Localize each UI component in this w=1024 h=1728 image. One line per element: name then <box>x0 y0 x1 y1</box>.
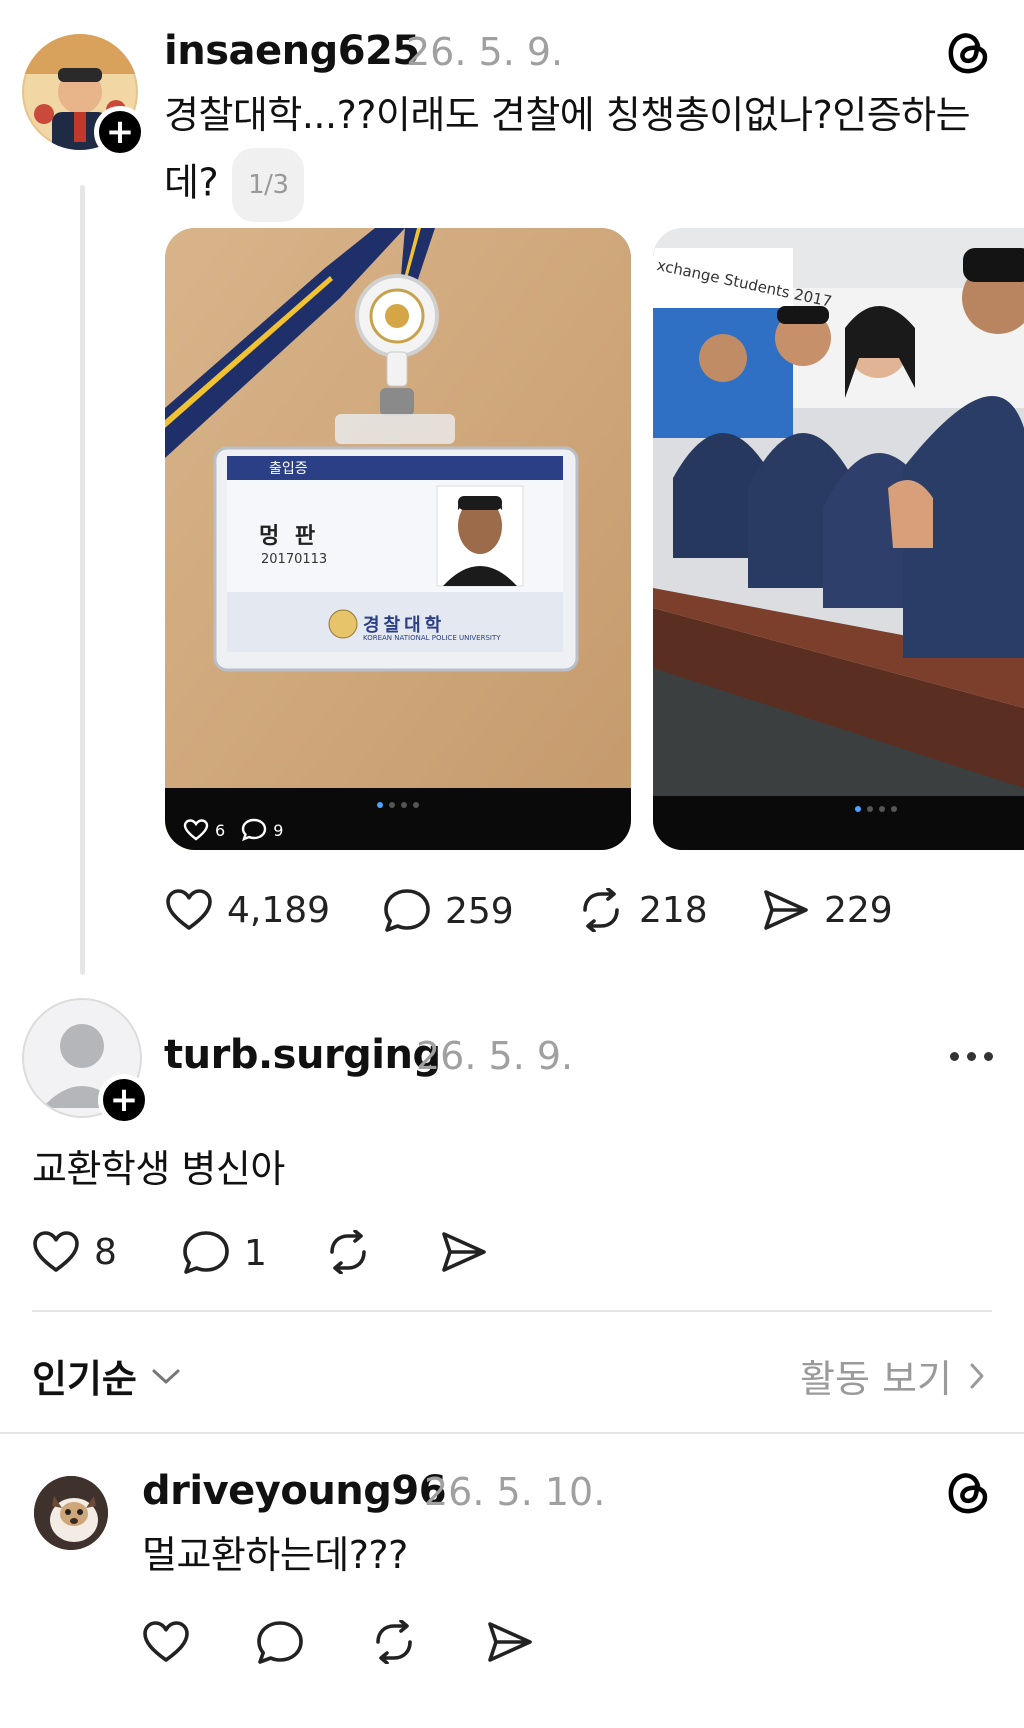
activity-label: 활동 보기 <box>800 1357 952 1401</box>
id-card-school-en: KOREAN NATIONAL POLICE UNIVERSITY <box>363 634 501 642</box>
repost-icon <box>330 1230 366 1274</box>
post-date: 26. 5. 9. <box>406 30 564 74</box>
reply1-like-button[interactable]: 8 <box>32 1230 117 1274</box>
reply2-like-button[interactable] <box>142 1620 190 1664</box>
heart-icon <box>143 1621 189 1662</box>
view-activity-link[interactable]: 활동 보기 <box>800 1348 986 1403</box>
reply1-repost-button[interactable] <box>324 1230 372 1274</box>
comment-icon <box>183 1231 229 1274</box>
share-icon <box>488 1622 532 1662</box>
more-icon[interactable] <box>950 1052 993 1061</box>
reply1-username[interactable]: turb.surging <box>164 1032 441 1078</box>
reply2-repost-button[interactable] <box>370 1620 418 1664</box>
media-image-id-card[interactable]: 출입증 멍 판 20170113 경찰대학 KOREAN NATIONAL PO… <box>165 228 631 850</box>
reply1-comment-button[interactable]: 1 <box>182 1230 267 1276</box>
media-footer: 6 9 <box>165 788 631 850</box>
share-icon <box>442 1232 486 1272</box>
comment-button[interactable]: 259 <box>383 888 514 934</box>
mini-stats: 6 9 <box>183 818 283 842</box>
chevron-right-icon <box>970 1363 984 1388</box>
comment-icon <box>384 889 430 932</box>
divider <box>32 1310 992 1312</box>
mini-likes: 6 <box>215 820 226 840</box>
id-card-header: 출입증 <box>269 461 308 477</box>
reply2-share-button[interactable] <box>486 1620 534 1664</box>
post-text-line2: 데? 1/3 <box>164 148 305 222</box>
repost-button[interactable]: 218 <box>577 888 708 932</box>
carousel-dots <box>377 802 419 808</box>
thread-line <box>80 185 85 975</box>
mini-heart-icon <box>183 819 209 841</box>
share-button[interactable]: 229 <box>762 888 893 932</box>
comment-icon <box>257 1621 303 1664</box>
reply2-date: 26. 5. 10. <box>424 1470 606 1514</box>
comment-count: 259 <box>445 890 514 932</box>
post-text-line1: 경찰대학...??이래도 견찰에 칭챙총이없나?인증하는 <box>164 93 971 137</box>
reply1-comment-count: 1 <box>244 1232 267 1274</box>
reply2-comment-button[interactable] <box>256 1620 304 1666</box>
like-button[interactable]: 4,189 <box>165 888 330 932</box>
sort-dropdown[interactable]: 인기순 <box>32 1348 181 1403</box>
page-indicator: 1/3 <box>232 148 305 222</box>
id-card-number: 20170113 <box>261 552 328 567</box>
mini-comment-icon <box>241 818 267 842</box>
repost-icon <box>583 888 619 932</box>
avatar[interactable] <box>34 1476 108 1550</box>
reply1-date: 26. 5. 9. <box>416 1034 574 1078</box>
share-icon <box>764 890 808 930</box>
sort-label: 인기순 <box>32 1357 137 1401</box>
threads-logo-icon[interactable] <box>944 28 992 76</box>
follow-plus-icon[interactable]: + <box>94 106 146 158</box>
heart-icon <box>166 889 212 930</box>
mini-comments: 9 <box>273 820 284 840</box>
heart-icon <box>33 1231 79 1272</box>
carousel-dots-2 <box>854 806 897 812</box>
reply2-username[interactable]: driveyoung96 <box>142 1468 447 1514</box>
chevron-down-icon <box>152 1369 180 1383</box>
reply1-text: 교환학생 병신아 <box>32 1147 285 1191</box>
media-image-group-photo[interactable]: xchange Students 2017 <box>653 228 1024 850</box>
follow-plus-icon-2[interactable]: + <box>98 1074 150 1126</box>
media-footer-2 <box>653 796 1024 850</box>
reply1-share-button[interactable] <box>440 1230 488 1274</box>
repost-icon <box>376 1620 412 1664</box>
like-count: 4,189 <box>227 889 331 931</box>
post-text-line2-text: 데? <box>164 160 219 205</box>
reply1-like-count: 8 <box>94 1231 117 1273</box>
post-username[interactable]: insaeng625 <box>164 28 420 74</box>
section-divider <box>0 1432 1024 1434</box>
threads-logo-icon[interactable] <box>944 1468 992 1516</box>
share-count: 229 <box>824 889 893 931</box>
id-card-name: 멍 판 <box>259 524 320 549</box>
reply2-text: 멀교환하는데??? <box>142 1533 408 1577</box>
repost-count: 218 <box>639 889 708 931</box>
